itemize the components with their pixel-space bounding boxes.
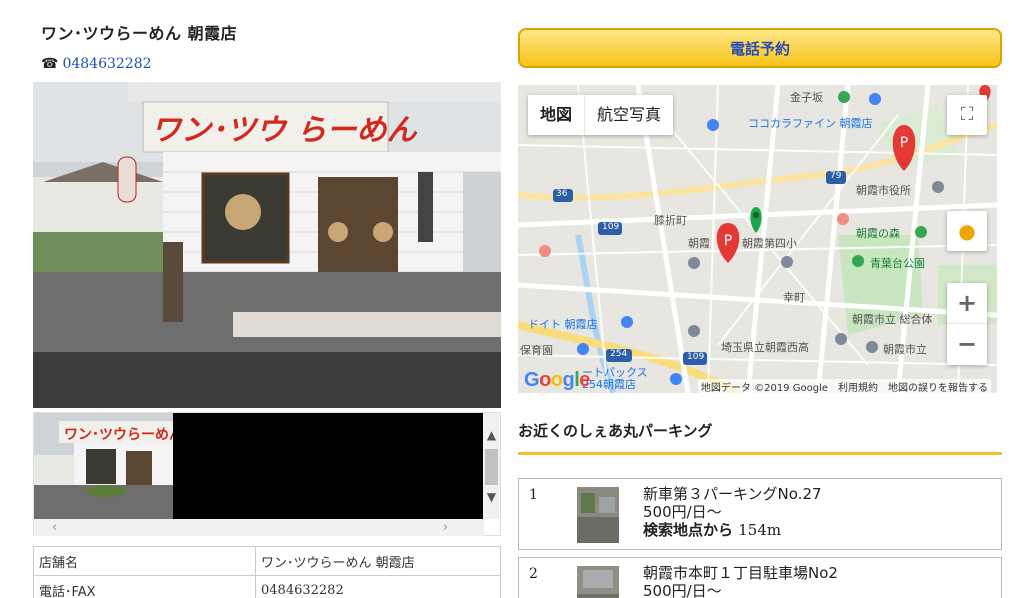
shop-title: ワン･ツウらーめん 朝霞店 bbox=[41, 24, 238, 43]
phone-link[interactable]: 0484632282 bbox=[62, 56, 151, 72]
map-label: ココカラファイン 朝霞店 bbox=[748, 117, 873, 130]
map-label: 金子坂 bbox=[790, 91, 823, 104]
shop-info-table: 店舗名 ワン･ツウらーめん 朝霞店 電話･FAX 0484632282 bbox=[33, 546, 501, 598]
google-logo[interactable]: Google bbox=[524, 369, 590, 392]
map-type-satellite-button[interactable]: 航空写真 bbox=[585, 95, 673, 135]
svg-text:ワン･ツウ らーめん: ワン･ツウ らーめん bbox=[151, 113, 417, 148]
table-row: 店舗名 ワン･ツウらーめん 朝霞店 bbox=[33, 546, 501, 576]
section-divider bbox=[518, 452, 1002, 455]
map-label: ドイト 朝霞店 bbox=[528, 318, 598, 331]
road-number: 254 bbox=[610, 349, 628, 359]
parking-distance: 検索地点から 154m bbox=[643, 521, 782, 539]
map-type-control: 地図 航空写真 bbox=[528, 95, 674, 135]
parking-list-item[interactable]: 1 新車第３パーキングNo.27 500円/日～ 検索地点から 154m bbox=[518, 478, 1002, 550]
map-label: 朝霞市立 総合体 bbox=[852, 313, 933, 326]
thumbnail-1[interactable]: ワン･ツウらーめん bbox=[34, 413, 173, 519]
thumbnail-empty bbox=[173, 413, 484, 519]
phone-reserve-button[interactable]: 電話予約 bbox=[518, 28, 1002, 68]
svg-text:P: P bbox=[724, 233, 732, 249]
zoom-in-button[interactable]: + bbox=[947, 283, 987, 324]
map-label: 朝霞市立 bbox=[883, 343, 927, 356]
map-label: 朝霞市役所 bbox=[856, 184, 911, 197]
zoom-control: + − bbox=[947, 283, 987, 365]
map-label: 保育園 bbox=[520, 344, 553, 357]
map-label: 埼玉県立朝霞西高 bbox=[721, 341, 809, 354]
map-label: 幸町 bbox=[783, 291, 805, 304]
scroll-right-icon[interactable]: › bbox=[437, 519, 454, 536]
scroll-thumb[interactable] bbox=[485, 449, 498, 485]
scroll-down-icon[interactable]: ▼ bbox=[483, 489, 500, 506]
parking-name[interactable]: 朝霞市本町１丁目駐車場No2 bbox=[643, 564, 838, 582]
road-number: 109 bbox=[687, 352, 705, 362]
parking-list-item[interactable]: 2 朝霞市本町１丁目駐車場No2 500円/日～ bbox=[518, 557, 1002, 598]
shop-photo[interactable]: ワン･ツウ らーめん bbox=[33, 82, 501, 408]
table-row: 電話･FAX 0484632282 bbox=[33, 575, 501, 598]
svg-text:ワン･ツウらーめん: ワン･ツウらーめん bbox=[64, 427, 173, 443]
zoom-out-button[interactable]: − bbox=[947, 324, 987, 365]
table-value: 0484632282 bbox=[255, 575, 501, 598]
svg-text:P: P bbox=[900, 135, 908, 151]
scroll-left-icon[interactable]: ‹ bbox=[46, 519, 63, 536]
map-label: 朝霞の森 bbox=[856, 227, 900, 240]
table-key: 電話･FAX bbox=[33, 575, 256, 598]
road-number: 109 bbox=[602, 222, 620, 232]
map-label: 膝折町 bbox=[654, 214, 687, 227]
telephone-icon: ☎ bbox=[41, 56, 59, 72]
parking-number: 1 bbox=[529, 487, 538, 503]
parking-photo bbox=[577, 566, 619, 598]
map-attribution[interactable]: 地図データ ©2019 Google 利用規約 地図の誤りを報告する bbox=[697, 379, 991, 393]
google-map[interactable]: P P 金子坂 ココカラファイン 朝霞店 朝霞市役所 膝折町 朝霞 朝霞第四小 … bbox=[518, 85, 997, 393]
road-number: 79 bbox=[830, 171, 842, 181]
map-label: ートパックス 254朝霞店 bbox=[582, 366, 648, 391]
parking-info: 新車第３パーキングNo.27 500円/日～ 検索地点から 154m bbox=[643, 485, 822, 539]
fullscreen-icon[interactable]: ⛶ bbox=[947, 95, 987, 135]
map-label: 朝霞第四小 bbox=[742, 237, 797, 250]
parking-info: 朝霞市本町１丁目駐車場No2 500円/日～ bbox=[643, 564, 838, 598]
parking-name[interactable]: 新車第３パーキングNo.27 bbox=[643, 485, 822, 503]
table-key: 店舗名 bbox=[33, 546, 256, 576]
street-view-pegman-icon[interactable]: ● bbox=[947, 211, 987, 251]
road-number: 36 bbox=[556, 189, 568, 199]
parking-price: 500円/日～ bbox=[643, 503, 722, 521]
thumbnail-vertical-scrollbar[interactable]: ▲ ▼ bbox=[483, 413, 500, 519]
parking-photo bbox=[577, 487, 619, 543]
map-type-map-button[interactable]: 地図 bbox=[528, 95, 586, 135]
table-value: ワン･ツウらーめん 朝霞店 bbox=[255, 546, 501, 576]
map-label: 青葉台公園 bbox=[870, 257, 925, 270]
scroll-up-icon[interactable]: ▲ bbox=[483, 427, 500, 444]
nearby-parking-title: お近くのしぇあ丸パーキング bbox=[518, 422, 713, 440]
thumbnail-strip: ワン･ツウらーめん ▲ ▼ ‹ › bbox=[33, 412, 501, 536]
map-label: 朝霞 bbox=[688, 237, 710, 250]
parking-price: 500円/日～ bbox=[643, 582, 722, 598]
phone-line[interactable]: ☎ 0484632282 bbox=[41, 56, 152, 72]
parking-number: 2 bbox=[529, 566, 538, 582]
thumbnail-horizontal-scrollbar[interactable]: ‹ › bbox=[34, 519, 484, 536]
